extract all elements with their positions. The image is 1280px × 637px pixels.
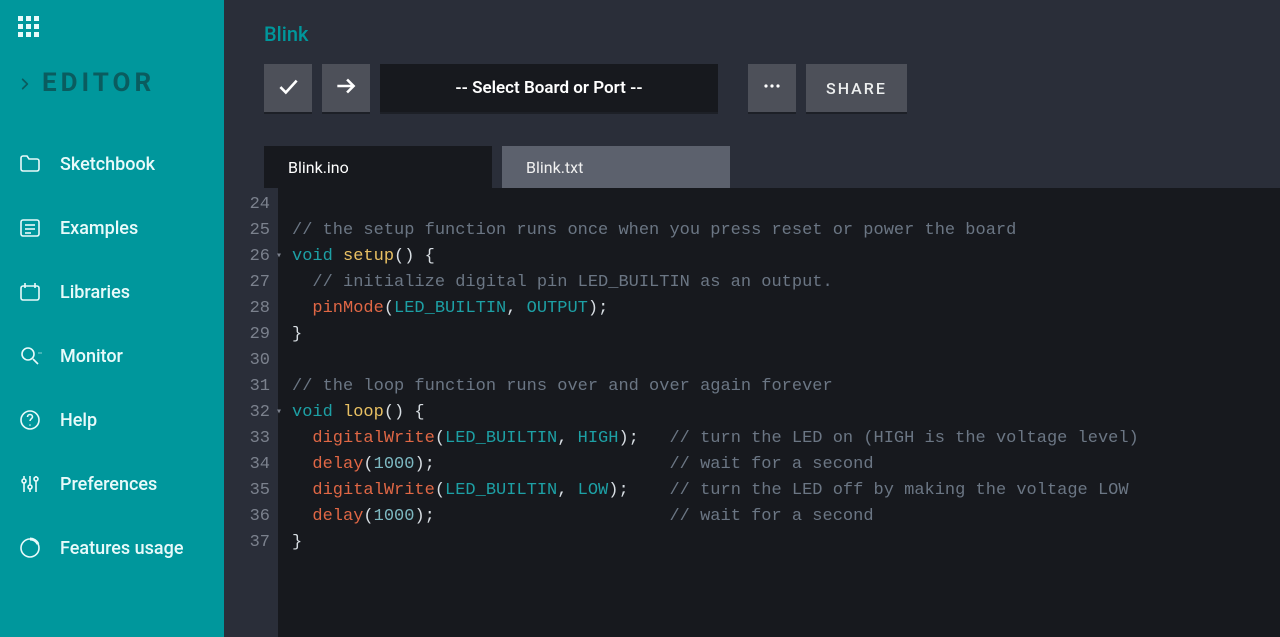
sidebar-item-sketchbook[interactable]: Sketchbook <box>0 132 224 196</box>
sidebar-item-label: Help <box>60 410 97 431</box>
sidebar: EDITOR Sketchbook Examples Libraries <box>0 0 224 637</box>
arrow-right-icon <box>333 73 359 103</box>
code-line[interactable]: digitalWrite(LED_BUILTIN, LOW); // turn … <box>292 478 1280 504</box>
tab-blink-ino[interactable]: Blink.ino <box>264 146 492 188</box>
line-number: 35 <box>224 478 270 504</box>
calendar-icon <box>18 280 42 304</box>
editor-label: EDITOR <box>42 68 155 98</box>
editor-tabs: Blink.ino Blink.txt <box>224 146 1280 188</box>
code-line[interactable]: void loop() { <box>292 400 1280 426</box>
code-line[interactable]: } <box>292 530 1280 556</box>
sliders-icon <box>18 472 42 496</box>
code-line[interactable]: delay(1000); // wait for a second <box>292 452 1280 478</box>
sidebar-item-label: Sketchbook <box>60 154 155 175</box>
sidebar-item-label: Examples <box>60 218 138 239</box>
line-number: 32 <box>224 400 270 426</box>
chevron-right-icon <box>18 76 32 90</box>
code-line[interactable]: pinMode(LED_BUILTIN, OUTPUT); <box>292 296 1280 322</box>
apps-icon[interactable] <box>18 16 42 40</box>
line-number: 33 <box>224 426 270 452</box>
magnify-icon <box>18 344 42 368</box>
sidebar-item-libraries[interactable]: Libraries <box>0 260 224 324</box>
code-line[interactable] <box>292 348 1280 374</box>
sidebar-item-preferences[interactable]: Preferences <box>0 452 224 516</box>
help-icon <box>18 408 42 432</box>
more-button[interactable] <box>748 64 796 112</box>
line-number: 30 <box>224 348 270 374</box>
tab-label: Blink.txt <box>526 158 583 177</box>
line-number: 24 <box>224 192 270 218</box>
code-line[interactable]: digitalWrite(LED_BUILTIN, HIGH); // turn… <box>292 426 1280 452</box>
line-number: 29 <box>224 322 270 348</box>
toolbar: -- Select Board or Port -- SHARE <box>224 64 1280 146</box>
line-number: 36 <box>224 504 270 530</box>
sidebar-item-label: Libraries <box>60 282 130 303</box>
sidebar-item-label: Features usage <box>60 538 183 559</box>
list-icon <box>18 216 42 240</box>
line-gutter: 2425262728293031323334353637 <box>224 188 278 637</box>
sidebar-item-monitor[interactable]: Monitor <box>0 324 224 388</box>
sidebar-item-label: Preferences <box>60 474 157 495</box>
sidebar-item-help[interactable]: Help <box>0 388 224 452</box>
line-number: 34 <box>224 452 270 478</box>
upload-button[interactable] <box>322 64 370 112</box>
code-line[interactable]: delay(1000); // wait for a second <box>292 504 1280 530</box>
sidebar-item-features-usage[interactable]: Features usage <box>0 516 224 580</box>
line-number: 37 <box>224 530 270 556</box>
tab-blink-txt[interactable]: Blink.txt <box>502 146 730 188</box>
share-button[interactable]: SHARE <box>806 64 907 112</box>
code-line[interactable] <box>292 192 1280 218</box>
check-icon <box>275 73 301 103</box>
code-editor[interactable]: 2425262728293031323334353637 // the setu… <box>224 188 1280 637</box>
code-content[interactable]: // the setup function runs once when you… <box>278 188 1280 637</box>
line-number: 27 <box>224 270 270 296</box>
verify-button[interactable] <box>264 64 312 112</box>
progress-icon <box>18 536 42 560</box>
code-line[interactable]: } <box>292 322 1280 348</box>
folder-icon <box>18 152 42 176</box>
line-number: 31 <box>224 374 270 400</box>
line-number: 28 <box>224 296 270 322</box>
share-label: SHARE <box>826 79 887 98</box>
sketch-title[interactable]: Blink <box>224 0 1280 64</box>
line-number: 26 <box>224 244 270 270</box>
sidebar-nav: Sketchbook Examples Libraries Monitor <box>0 132 224 580</box>
sidebar-item-examples[interactable]: Examples <box>0 196 224 260</box>
code-line[interactable]: // the setup function runs once when you… <box>292 218 1280 244</box>
sidebar-item-label: Monitor <box>60 346 123 367</box>
board-selector-label: -- Select Board or Port -- <box>455 78 642 98</box>
line-number: 25 <box>224 218 270 244</box>
code-line[interactable]: // initialize digital pin LED_BUILTIN as… <box>292 270 1280 296</box>
main-area: Blink -- Select Board or Port -- <box>224 0 1280 637</box>
more-icon <box>760 74 784 102</box>
code-line[interactable]: // the loop function runs over and over … <box>292 374 1280 400</box>
code-line[interactable]: void setup() { <box>292 244 1280 270</box>
tab-label: Blink.ino <box>288 158 349 177</box>
editor-heading: EDITOR <box>0 68 224 132</box>
board-selector[interactable]: -- Select Board or Port -- <box>380 64 718 112</box>
